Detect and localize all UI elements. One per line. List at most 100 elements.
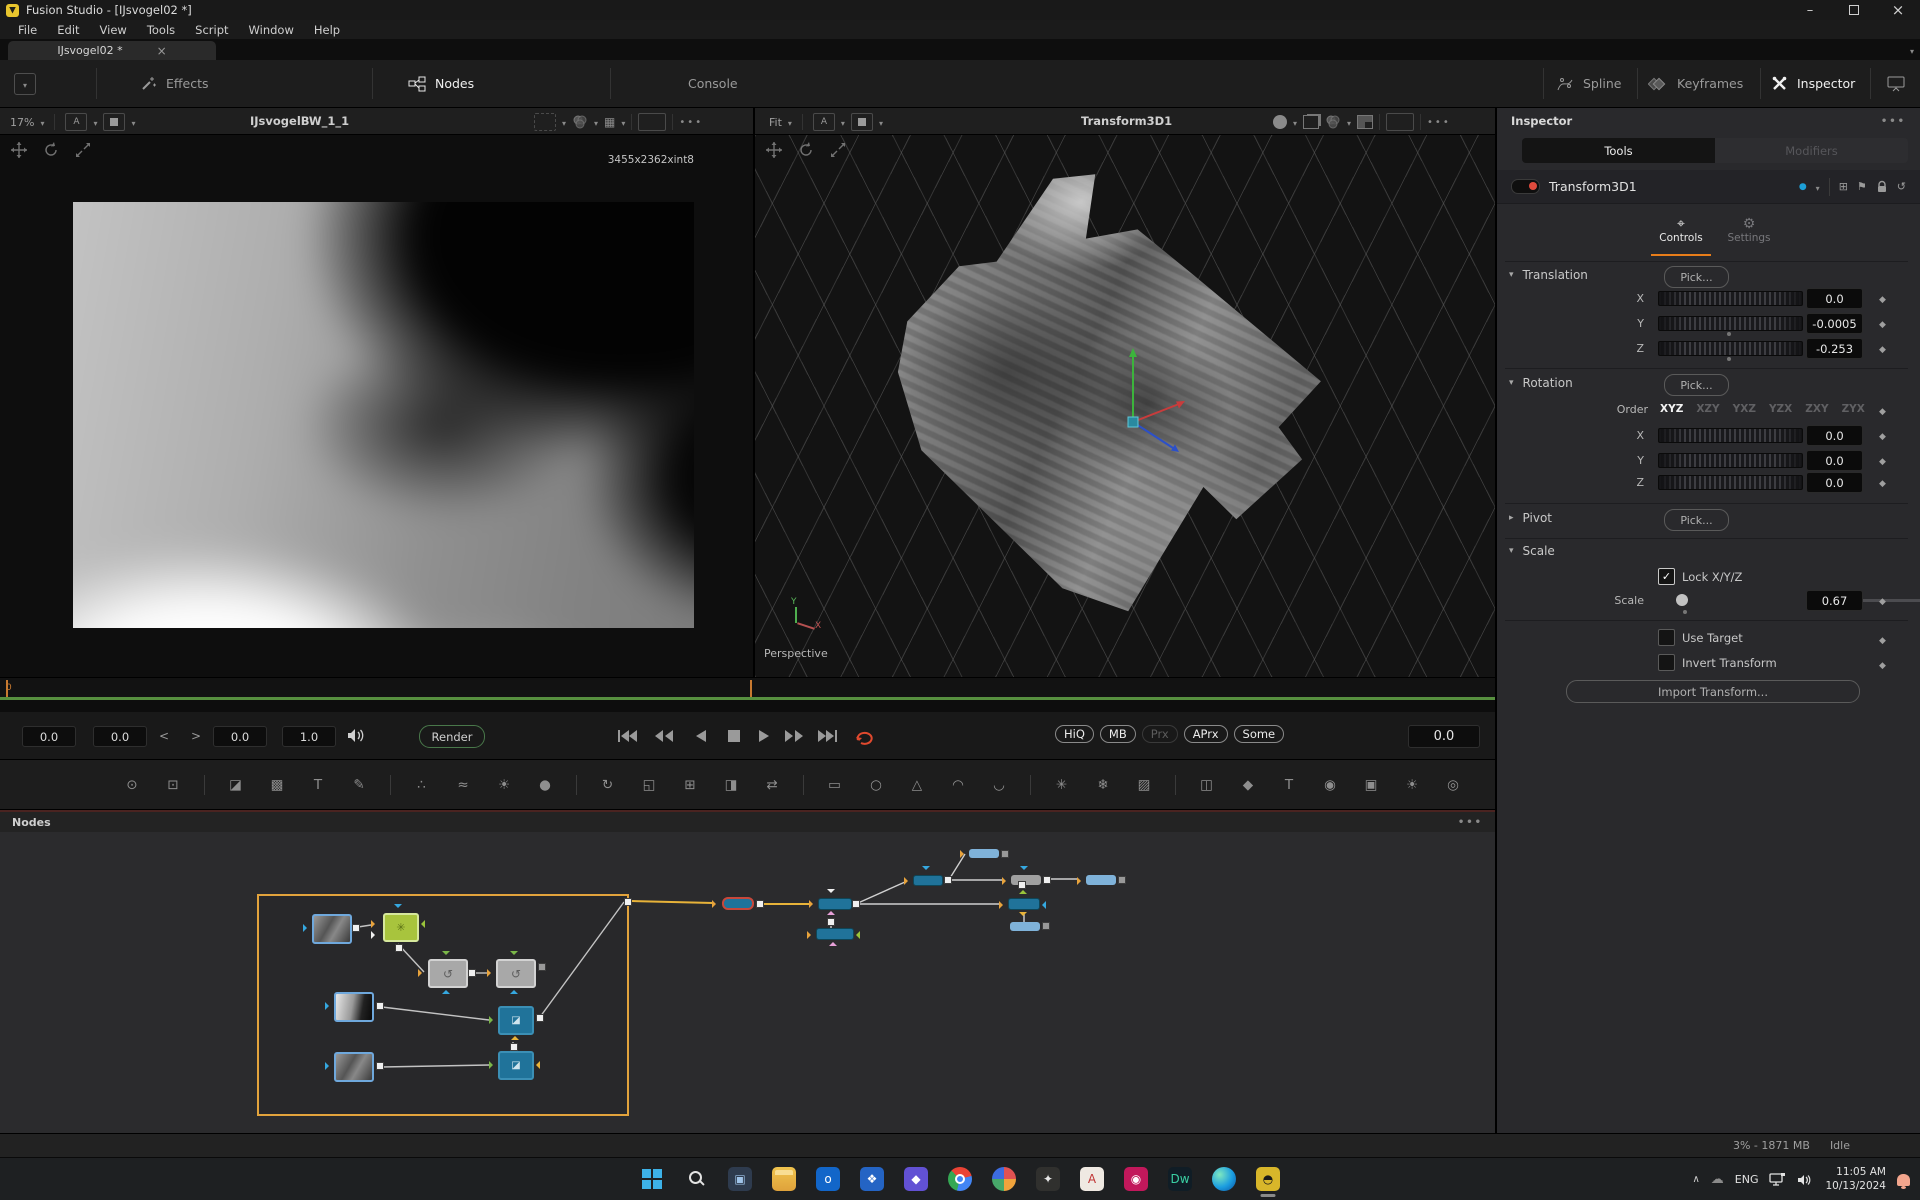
nodes-button[interactable]: Nodes <box>408 60 474 107</box>
current-frame-field[interactable]: 0.0 <box>1408 725 1480 748</box>
zoom-chevron-icon[interactable] <box>40 116 44 129</box>
output-port[interactable] <box>852 900 860 908</box>
console-button[interactable]: Console <box>688 60 738 107</box>
merge3d-icon[interactable]: ◉ <box>1320 775 1340 795</box>
order-xyz[interactable]: XYZ <box>1660 403 1683 415</box>
macro-icon[interactable]: ⊡ <box>163 775 183 795</box>
lighting-chevron-icon[interactable] <box>1293 116 1297 129</box>
merge3d-node-3[interactable] <box>1008 898 1040 910</box>
renderer3d-icon[interactable]: ◎ <box>1443 775 1463 795</box>
output-port[interactable] <box>1001 850 1009 858</box>
blur-icon[interactable]: ● <box>535 775 555 795</box>
translation-z-value[interactable]: -0.253 <box>1806 338 1863 359</box>
transform-icon[interactable]: ↻ <box>576 775 618 795</box>
rotation-y-keyframe-icon[interactable] <box>1879 453 1886 467</box>
inspector-button[interactable]: Inspector <box>1771 60 1855 107</box>
close-button[interactable] <box>1876 0 1920 20</box>
perspective-label[interactable]: Perspective <box>764 647 828 660</box>
transform-gizmo[interactable] <box>1095 344 1205 474</box>
transform-node-1[interactable]: ↺ <box>428 959 468 988</box>
channel-chevron-icon-right[interactable] <box>841 116 845 129</box>
aprx-button[interactable]: APrx <box>1184 725 1228 743</box>
keyframes-button[interactable]: Keyframes <box>1648 60 1743 107</box>
step-forward-button[interactable]: > <box>184 726 208 745</box>
color-chevron-icon[interactable] <box>594 116 598 129</box>
subtab-settings[interactable]: ⚙ Settings <box>1719 216 1779 244</box>
audio-icon[interactable] <box>346 727 366 744</box>
lock-xyz-checkbox[interactable] <box>1658 568 1675 585</box>
translation-z-keyframe-icon[interactable] <box>1879 341 1886 355</box>
section-pivot[interactable]: Pivot <box>1509 511 1552 525</box>
particles-icon[interactable]: ∴ <box>390 775 432 795</box>
io-icon[interactable]: ⊙ <box>122 775 142 795</box>
nodes-menu-dots[interactable]: ••• <box>1458 817 1483 828</box>
frame-button[interactable] <box>638 113 666 131</box>
section-scale[interactable]: Scale <box>1509 544 1555 558</box>
play-button[interactable] <box>751 727 777 745</box>
stop-button[interactable] <box>721 727 747 745</box>
translation-pick-button[interactable]: Pick... <box>1664 266 1729 288</box>
tab-modifiers[interactable]: Modifiers <box>1715 138 1908 163</box>
color-chevron-icon-right[interactable] <box>1347 116 1351 129</box>
pivot-pick-button[interactable]: Pick... <box>1664 509 1729 531</box>
rectangle-mask-icon[interactable]: ▭ <box>803 775 845 795</box>
roi-icon[interactable] <box>534 113 556 131</box>
image-node-3[interactable] <box>334 1052 374 1082</box>
viewer-splitter[interactable] <box>753 108 755 677</box>
fast-forward-button[interactable] <box>781 727 807 745</box>
translation-x-keyframe-icon[interactable] <box>1879 291 1886 305</box>
global-end-field[interactable]: 1.0 <box>282 726 336 747</box>
mb-button[interactable]: MB <box>1100 725 1136 743</box>
order-yzx[interactable]: YZX <box>1769 403 1792 415</box>
taskbar-app-light[interactable]: A <box>1080 1167 1104 1191</box>
right-viewer-menu-dots[interactable]: ••• <box>1427 117 1451 128</box>
taskbar-app-dark2[interactable]: ✦ <box>1036 1167 1060 1191</box>
pimageemitter-icon[interactable]: ❄ <box>1093 775 1113 795</box>
play-reverse-button[interactable] <box>688 727 714 745</box>
fastnoise-node[interactable]: ✳ <box>383 913 419 942</box>
panel-toggle-button[interactable] <box>1886 60 1906 107</box>
goto-start-button[interactable] <box>614 727 640 745</box>
order-xzy[interactable]: XZY <box>1696 403 1719 415</box>
output-port[interactable] <box>376 1062 384 1070</box>
rotation-z-value[interactable]: 0.0 <box>1806 472 1863 493</box>
channel-a-button-right[interactable]: A <box>813 113 835 131</box>
fit-level[interactable]: Fit <box>769 116 782 129</box>
output-port[interactable] <box>756 900 764 908</box>
menu-item[interactable]: File <box>8 22 47 38</box>
output-port[interactable] <box>352 924 360 932</box>
pan-icon-right[interactable] <box>765 141 783 159</box>
ellipse-mask-icon[interactable]: ○ <box>866 775 886 795</box>
menu-item[interactable]: Script <box>185 22 238 38</box>
invert-transform-keyframe-icon[interactable] <box>1879 657 1886 671</box>
colorcurves-icon[interactable]: ≈ <box>453 775 473 795</box>
goto-end-button[interactable] <box>815 727 841 745</box>
pan-icon[interactable] <box>10 141 28 159</box>
output-port[interactable] <box>536 1014 544 1022</box>
search-button[interactable] <box>684 1167 708 1191</box>
view-mode-chevron-icon[interactable] <box>131 116 135 129</box>
output-port[interactable] <box>468 969 476 977</box>
chrome[interactable] <box>948 1167 972 1191</box>
output-port[interactable] <box>510 1043 518 1051</box>
subtab-controls[interactable]: ⌖ Controls <box>1651 216 1711 244</box>
prx-button[interactable]: Prx <box>1142 725 1178 743</box>
merge3d-node-1[interactable] <box>818 898 852 910</box>
use-target-keyframe-icon[interactable] <box>1879 632 1886 646</box>
rotation-x-wheel[interactable] <box>1658 428 1803 443</box>
versions-icon[interactable]: ⊞ <box>1839 180 1848 193</box>
order-zxy[interactable]: ZXY <box>1805 403 1828 415</box>
translation-x-value[interactable]: 0.0 <box>1806 288 1863 309</box>
onedrive-icon[interactable]: ☁ <box>1711 1172 1724 1187</box>
polygon-mask-icon[interactable]: △ <box>907 775 927 795</box>
renderer-node-3[interactable] <box>1010 922 1040 931</box>
mattecontrol-icon[interactable]: ◨ <box>721 775 741 795</box>
minimize-button[interactable] <box>1788 0 1832 20</box>
output-port[interactable] <box>1118 876 1126 884</box>
effects-button[interactable]: Effects <box>140 60 209 107</box>
merge-icon[interactable]: ⊞ <box>680 775 700 795</box>
channel-a-button[interactable]: A <box>65 113 87 131</box>
stacked-views-icon[interactable] <box>1303 115 1319 129</box>
image-node-2[interactable] <box>334 992 374 1022</box>
imageplane3d-icon[interactable]: ◫ <box>1175 775 1217 795</box>
